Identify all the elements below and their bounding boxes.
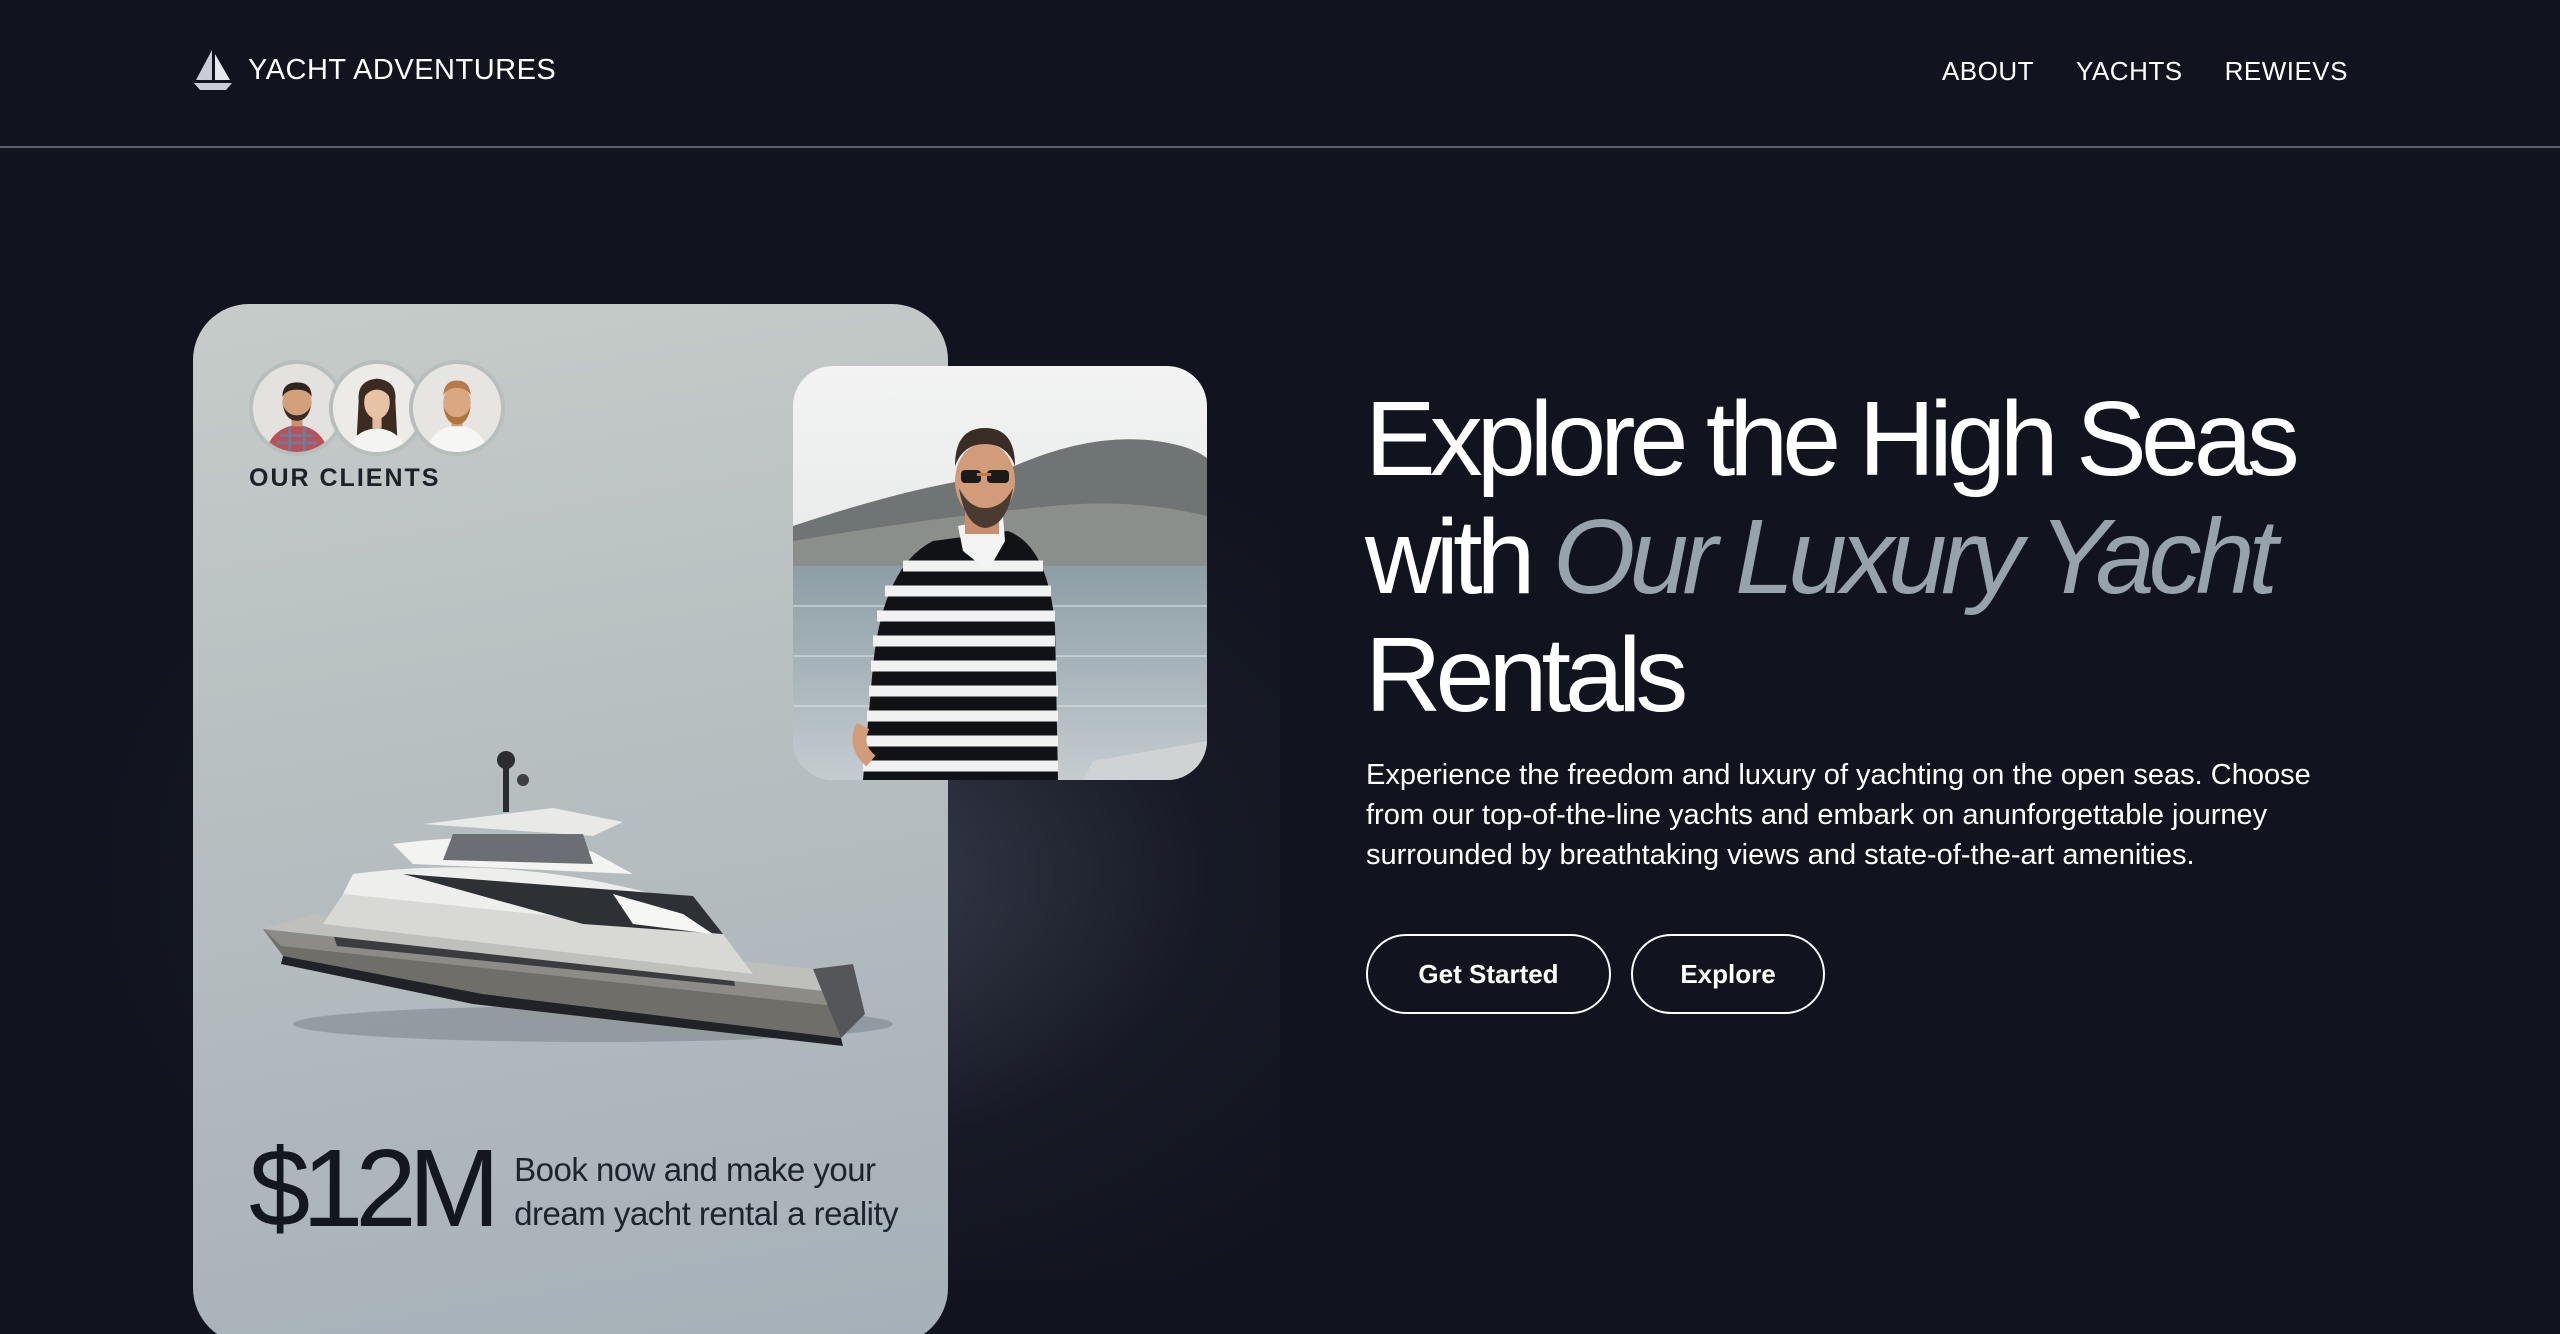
price-block: $12M Book now and make your dream yacht … — [249, 1134, 914, 1244]
site-header: YACHT ADVENTURES ABOUT YACHTS REWIEVS — [0, 0, 2560, 148]
sailboat-icon — [194, 50, 232, 90]
headline-line2: with — [1365, 498, 1535, 616]
hero-headline: Explore the High Seas with Our Luxury Ya… — [1365, 380, 2365, 734]
headline-emphasis: Our Luxury Yacht — [1552, 498, 2278, 616]
price-caption: Book now and make your dream yacht renta… — [514, 1151, 899, 1232]
brand-logo[interactable]: YACHT ADVENTURES — [192, 48, 556, 92]
main-nav: ABOUT YACHTS REWIEVS — [1942, 56, 2348, 87]
price-value: $12M — [249, 1127, 500, 1250]
headline-line3: Rentals — [1365, 616, 1688, 734]
hero-description: Experience the freedom and luxury of yac… — [1366, 759, 2311, 871]
nav-reviews[interactable]: REWIEVS — [2225, 56, 2348, 87]
explore-button[interactable]: Explore — [1631, 934, 1825, 1014]
clients-group: OUR CLIENTS — [249, 360, 505, 493]
headline-line1: Explore the High Seas — [1365, 380, 2300, 498]
brand-name: YACHT ADVENTURES — [248, 53, 557, 86]
clients-label: OUR CLIENTS — [249, 464, 441, 492]
nav-yachts[interactable]: YACHTS — [2076, 56, 2183, 87]
get-started-button[interactable]: Get Started — [1366, 934, 1611, 1014]
client-photo — [793, 366, 1207, 780]
avatar — [409, 360, 505, 456]
client-avatars — [249, 360, 505, 456]
nav-about[interactable]: ABOUT — [1942, 56, 2034, 87]
